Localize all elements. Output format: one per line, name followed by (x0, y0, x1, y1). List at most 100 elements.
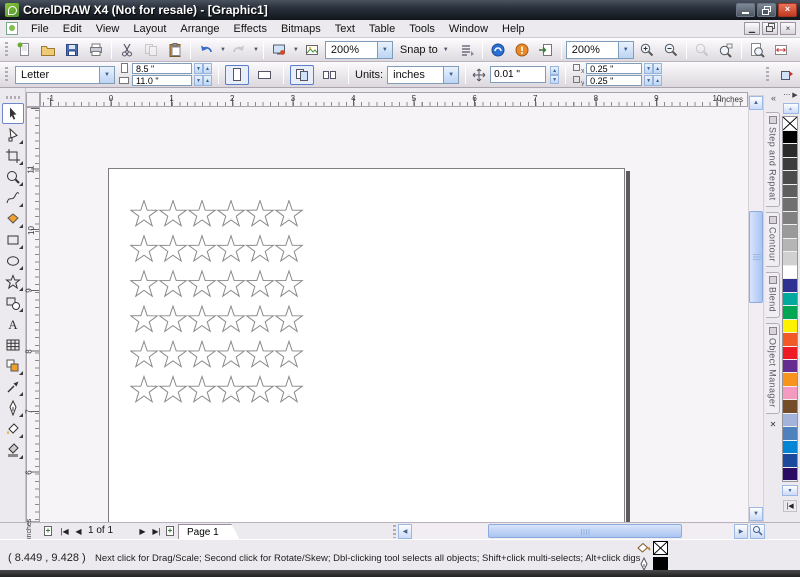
new-button[interactable] (13, 39, 35, 60)
zoom-height-button[interactable] (794, 39, 800, 60)
restore-button[interactable] (757, 3, 776, 17)
mdi-close-button[interactable]: × (780, 22, 796, 35)
star-shape[interactable] (187, 339, 217, 368)
zoom-selected-button[interactable] (691, 39, 713, 60)
text-tool[interactable]: A (2, 313, 24, 334)
color-swatch[interactable] (783, 467, 797, 482)
polygon-tool[interactable] (2, 271, 24, 292)
toolbar-grip[interactable] (5, 41, 8, 58)
star-shape[interactable] (245, 339, 275, 368)
drawing-canvas[interactable] (40, 107, 748, 522)
star-shape[interactable] (245, 269, 275, 298)
welcome-screen-button[interactable] (487, 39, 509, 60)
color-swatch[interactable] (783, 265, 797, 280)
zoom-page-button[interactable] (746, 39, 768, 60)
save-button[interactable] (61, 39, 83, 60)
zoom-level-combo[interactable]: 200% ▼ (324, 40, 393, 59)
star-shape[interactable] (187, 374, 217, 404)
paper-height-field[interactable]: 11.0 " (132, 75, 192, 86)
interactive-fill-tool[interactable] (2, 439, 24, 460)
crop-tool[interactable] (2, 145, 24, 166)
color-swatch[interactable] (783, 373, 797, 387)
launcher-dropdown-arrow[interactable]: ▼ (293, 47, 299, 53)
scroll-down-button[interactable]: ▼ (749, 507, 763, 521)
star-shape[interactable] (158, 304, 188, 333)
snap-to-dropdown[interactable]: Snap to ▼ (395, 42, 454, 58)
color-swatch-none[interactable] (783, 117, 797, 131)
docker-collapse-button[interactable]: « (767, 92, 780, 106)
blend-tool[interactable] (2, 355, 24, 376)
star-shape[interactable] (158, 374, 188, 404)
color-swatch[interactable] (783, 386, 797, 401)
menu-text[interactable]: Text (328, 21, 362, 37)
horizontal-scrollbar[interactable] (412, 524, 734, 539)
chevron-down-icon[interactable]: ▼ (376, 41, 392, 58)
table-tool[interactable] (2, 334, 24, 355)
paper-width-down[interactable]: ▼ (194, 63, 203, 74)
star-shape[interactable] (216, 374, 246, 404)
star-shape[interactable] (245, 234, 275, 263)
menu-help[interactable]: Help (495, 21, 532, 37)
duplicate-x-down[interactable]: ▼ (644, 63, 654, 74)
color-swatch[interactable] (783, 144, 797, 158)
star-shape[interactable] (130, 269, 159, 298)
star-shape[interactable] (158, 234, 188, 263)
star-shape[interactable] (274, 339, 304, 368)
star-shape[interactable] (274, 269, 304, 298)
color-swatch[interactable] (783, 157, 797, 172)
star-shape[interactable] (158, 269, 188, 298)
color-swatch[interactable] (783, 346, 797, 360)
docker-tab-step-and-repeat[interactable]: Step and Repeat (766, 112, 780, 207)
color-swatch[interactable] (783, 238, 797, 253)
paper-width-field[interactable]: 8.5 " (132, 63, 192, 74)
cut-button[interactable] (116, 39, 138, 60)
open-button[interactable] (37, 39, 59, 60)
mdi-minimize-button[interactable]: ▁ (744, 22, 760, 35)
basic-shapes-tool[interactable] (2, 292, 24, 313)
minimize-button[interactable] (736, 3, 755, 17)
rectangle-tool[interactable] (2, 229, 24, 250)
star-shape[interactable] (130, 200, 159, 228)
duplicate-x-field[interactable]: 0.25 " (586, 63, 643, 74)
color-swatch[interactable] (783, 211, 797, 226)
color-swatch[interactable] (783, 413, 797, 428)
fill-tool[interactable] (2, 418, 24, 439)
star-shape[interactable] (245, 374, 275, 404)
star-shape[interactable] (130, 339, 159, 368)
star-shape[interactable] (187, 304, 217, 333)
color-swatch[interactable] (783, 400, 797, 414)
palette-scroll-up[interactable]: ▲ (782, 103, 799, 114)
vertical-ruler[interactable]: 11 10 9 8 7 6 (25, 107, 40, 522)
star-shape[interactable] (216, 200, 246, 228)
zoom-tool[interactable] (2, 166, 24, 187)
horizontal-ruler[interactable]: -1 0 1 2 3 4 5 6 7 8 9 10 inches (40, 92, 748, 107)
previous-page-button[interactable]: ◀ (72, 525, 85, 538)
pick-tool[interactable] (1, 103, 24, 124)
options-button[interactable] (456, 39, 478, 60)
menu-table[interactable]: Table (362, 21, 402, 37)
paper-height-down[interactable]: ▼ (194, 75, 203, 86)
color-swatch[interactable] (783, 252, 797, 266)
eyedropper-tool[interactable] (2, 376, 24, 397)
star-shape[interactable] (274, 304, 304, 333)
star-shape[interactable] (158, 339, 188, 368)
color-swatch[interactable] (783, 454, 797, 468)
zoom-in-button[interactable] (636, 39, 658, 60)
scroll-up-button[interactable]: ▲ (749, 96, 763, 110)
color-swatch[interactable] (783, 171, 797, 185)
paper-height-up[interactable]: ▲ (203, 75, 212, 86)
star-shape[interactable] (130, 304, 159, 333)
star-shape[interactable] (245, 304, 275, 333)
zoom-width-button[interactable] (770, 39, 792, 60)
star-shape[interactable] (245, 200, 275, 228)
shape-tool[interactable] (2, 124, 24, 145)
zoom-out-button[interactable] (660, 39, 682, 60)
landscape-button[interactable] (253, 65, 277, 85)
freehand-tool[interactable] (2, 187, 24, 208)
property-bar-grip-right[interactable] (766, 66, 769, 83)
menu-view[interactable]: View (89, 21, 127, 37)
ellipse-tool[interactable] (2, 250, 24, 271)
print-button[interactable] (85, 39, 107, 60)
application-launcher-button[interactable] (268, 39, 290, 60)
redo-dropdown-arrow[interactable]: ▼ (253, 47, 259, 53)
